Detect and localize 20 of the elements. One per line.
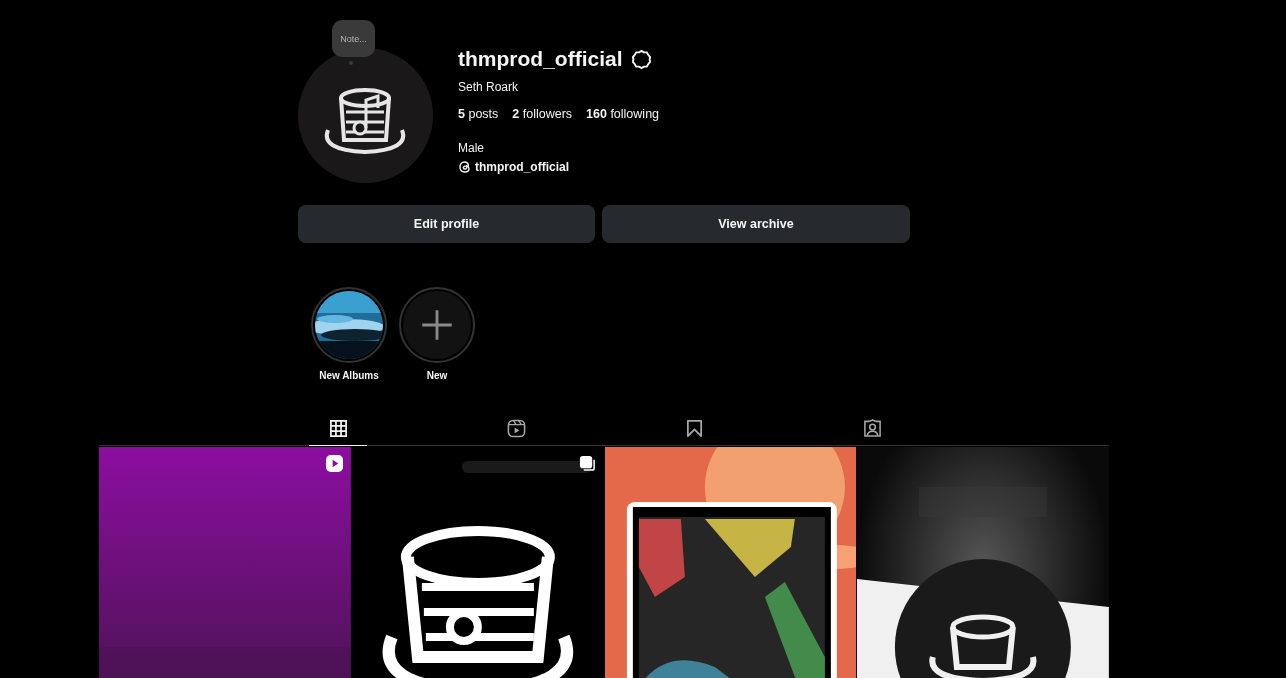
threads-icon[interactable] — [458, 160, 472, 174]
bookmark-icon — [684, 418, 704, 438]
reels-icon — [506, 418, 526, 438]
profile-stat[interactable]: 160 following — [586, 107, 660, 121]
highlight-label: New Albums — [319, 370, 379, 381]
note-pointer — [349, 61, 353, 65]
profile-stat[interactable]: 5 posts — [458, 107, 499, 121]
add-highlight-button[interactable] — [403, 291, 471, 359]
profile-button[interactable]: Edit profile — [298, 205, 595, 243]
tagged-person-icon — [862, 418, 882, 438]
full-name: Seth Roark — [458, 80, 519, 94]
plus-icon — [419, 307, 455, 343]
threads-link[interactable]: thmprod_official — [475, 160, 569, 174]
profile-stat[interactable]: 2 followers — [512, 107, 573, 121]
note-bubble[interactable]: Note... — [332, 20, 375, 57]
bio-text: Male — [458, 141, 484, 155]
profile-button[interactable]: View archive — [602, 205, 910, 243]
highlight-label: New — [426, 370, 448, 381]
username: thmprod_official — [458, 46, 623, 72]
grid-icon — [328, 418, 348, 438]
